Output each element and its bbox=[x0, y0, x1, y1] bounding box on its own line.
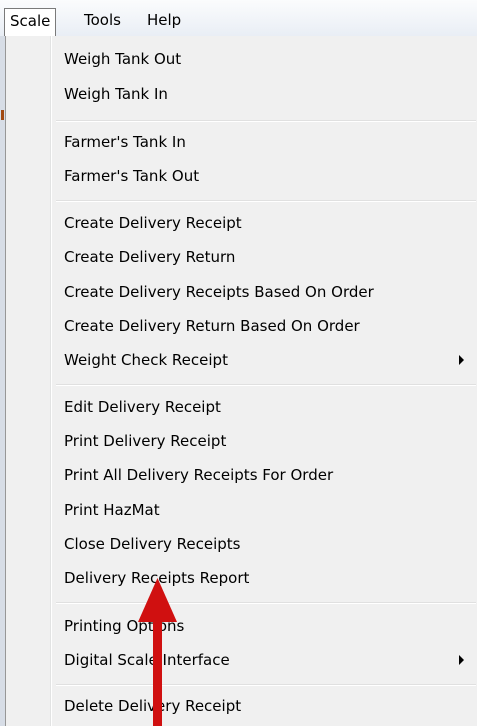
menu-tools[interactable]: Tools bbox=[78, 9, 127, 31]
menu-separator bbox=[56, 200, 476, 202]
menu-item-label: Create Delivery Return Based On Order bbox=[64, 317, 360, 335]
annotation-arrow-icon bbox=[138, 578, 177, 726]
menu-item-label: Farmer's Tank Out bbox=[64, 167, 200, 185]
menu-item-print-hazmat[interactable]: Print HazMat bbox=[6, 493, 476, 527]
menu-item-create-receipts-based-on-order[interactable]: Create Delivery Receipts Based On Order bbox=[6, 275, 476, 309]
menu-item-label: Weigh Tank Out bbox=[64, 50, 182, 68]
menu-item-delete-delivery-receipt[interactable]: Delete Delivery Receipt bbox=[6, 689, 476, 723]
menu-separator bbox=[56, 602, 476, 604]
menu-item-label: Weigh Tank In bbox=[64, 85, 168, 103]
menu-item-label: Edit Delivery Receipt bbox=[64, 398, 221, 416]
menu-item-weight-check-receipt[interactable]: Weight Check Receipt bbox=[6, 343, 476, 377]
menu-bar: Scale Tools Help bbox=[0, 0, 477, 37]
menu-separator bbox=[56, 684, 476, 686]
menu-item-label: Print HazMat bbox=[64, 501, 160, 519]
menu-item-create-delivery-return[interactable]: Create Delivery Return bbox=[6, 240, 476, 274]
menu-help[interactable]: Help bbox=[141, 9, 187, 31]
menu-item-label: Print Delivery Receipt bbox=[64, 432, 227, 450]
menu-item-label: Create Delivery Receipt bbox=[64, 214, 242, 232]
submenu-arrow-icon bbox=[459, 655, 464, 665]
menu-item-label: Farmer's Tank In bbox=[64, 133, 186, 151]
menu-item-close-delivery-receipts[interactable]: Close Delivery Receipts bbox=[6, 527, 476, 561]
menu-item-create-delivery-receipt[interactable]: Create Delivery Receipt bbox=[6, 206, 476, 240]
menu-item-label: Create Delivery Receipts Based On Order bbox=[64, 283, 374, 301]
menu-item-edit-delivery-receipt[interactable]: Edit Delivery Receipt bbox=[6, 390, 476, 424]
menu-item-print-delivery-receipt[interactable]: Print Delivery Receipt bbox=[6, 424, 476, 458]
menu-item-label: Weight Check Receipt bbox=[64, 351, 228, 369]
menu-item-delivery-receipts-report[interactable]: Delivery Receipts Report bbox=[6, 561, 476, 595]
menu-item-label: Print All Delivery Receipts For Order bbox=[64, 466, 334, 484]
menu-item-farmers-tank-in[interactable]: Farmer's Tank In bbox=[6, 125, 476, 159]
menu-item-printing-options[interactable]: Printing Options bbox=[6, 609, 476, 643]
menu-separator bbox=[56, 120, 476, 122]
menu-item-print-all-receipts-for-order[interactable]: Print All Delivery Receipts For Order bbox=[6, 458, 476, 492]
menu-item-weigh-tank-out[interactable]: Weigh Tank Out bbox=[6, 42, 476, 76]
menu-separator bbox=[56, 384, 476, 386]
menu-item-label: Close Delivery Receipts bbox=[64, 535, 241, 553]
menu-item-farmers-tank-out[interactable]: Farmer's Tank Out bbox=[6, 159, 476, 193]
scale-dropdown-menu: Weigh Tank Out Weigh Tank In Farmer's Ta… bbox=[5, 36, 477, 726]
menu-item-weigh-tank-in[interactable]: Weigh Tank In bbox=[6, 77, 476, 111]
menu-item-digital-scale-interface[interactable]: Digital Scale Interface bbox=[6, 643, 476, 677]
submenu-arrow-icon bbox=[459, 355, 464, 365]
menu-scale[interactable]: Scale bbox=[4, 8, 57, 36]
background-marker bbox=[1, 110, 4, 120]
menu-item-create-return-based-on-order[interactable]: Create Delivery Return Based On Order bbox=[6, 309, 476, 343]
menu-item-label: Create Delivery Return bbox=[64, 248, 236, 266]
